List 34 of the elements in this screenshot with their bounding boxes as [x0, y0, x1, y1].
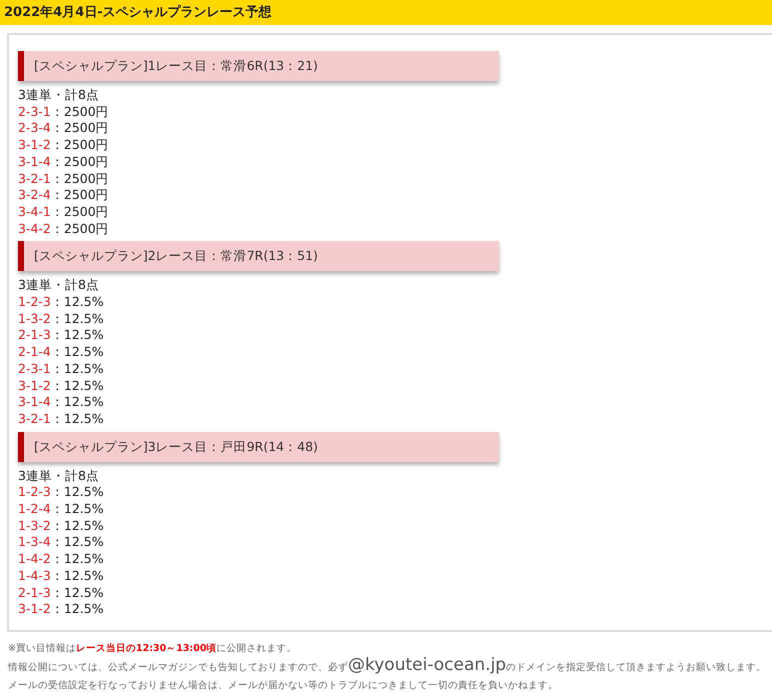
bet-line: 1-3-2：12.5% — [18, 310, 105, 328]
bet-line: 2-3-4：2500円 — [18, 120, 110, 138]
bet-line: 1-2-4：12.5% — [18, 501, 105, 518]
bet-summary: 3連単・計8点 — [18, 277, 100, 294]
bet-line: 1-2-3：12.5% — [18, 484, 105, 502]
bet-line: 3-2-1：2500円 — [18, 170, 110, 188]
race-heading: [スペシャルプラン]3レース目：戸田9R(14：48) — [18, 432, 499, 462]
bet-line: 3-1-4：2500円 — [18, 154, 110, 171]
race-heading: [スペシャルプラン]1レース目：常滑6R(13：21) — [18, 51, 499, 81]
schedule-note: ※買い目情報はレース当日の12:30～13:00頃に公開されます。 — [8, 642, 298, 656]
bet-line: 1-3-4：12.5% — [18, 534, 105, 552]
disclaimer-note: メールの受信設定を行なっておりません場合は、メールが届かない等のトラブルにつきまして一切の責任を負いかねます。 — [8, 678, 559, 693]
bet-line: 1-3-2：12.5% — [18, 518, 105, 534]
bet-line: 3-1-2：2500円 — [18, 137, 110, 154]
domain-note: 情報公開については、公式メールマガジンでも告知しておりますので、必ず@kyoutei-ocean.jpのドメインを指定受信して頂きますようお願い致します。 — [8, 657, 768, 677]
bet-line: 3-4-2：2500円 — [18, 220, 110, 238]
page-title: 2022年4月4日-スペシャルプランレース予想 — [0, 0, 772, 25]
bet-line: 3-1-4：12.5% — [18, 394, 105, 411]
bet-line: 3-1-2：12.5% — [18, 378, 105, 394]
bet-line: 3-2-1：12.5% — [18, 410, 105, 428]
bet-line: 3-1-2：12.5% — [18, 601, 105, 618]
bet-line: 2-1-3：12.5% — [18, 584, 105, 602]
bet-line: 2-3-1：12.5% — [18, 360, 105, 378]
bet-summary: 3連単・計8点 — [18, 87, 100, 104]
bet-line: 1-4-3：12.5% — [18, 568, 105, 585]
bet-line: 2-1-4：12.5% — [18, 344, 105, 361]
bet-line: 2-1-3：12.5% — [18, 327, 105, 344]
race-heading: [スペシャルプラン]2レース目：常滑7R(13：51) — [18, 241, 499, 272]
bet-line: 2-3-1：2500円 — [18, 104, 110, 120]
bet-line: 1-2-3：12.5% — [18, 294, 105, 311]
bet-line: 1-4-2：12.5% — [18, 551, 105, 568]
bet-summary: 3連単・計8点 — [18, 468, 100, 484]
bet-line: 3-2-4：2500円 — [18, 187, 110, 204]
bet-line: 3-4-1：2500円 — [18, 204, 110, 221]
